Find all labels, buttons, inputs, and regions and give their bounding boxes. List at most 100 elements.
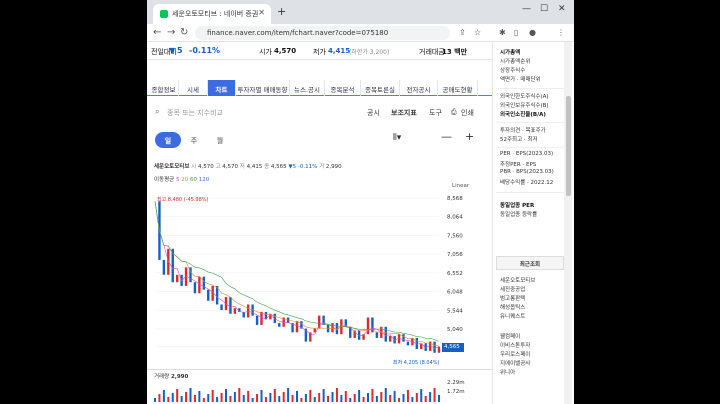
period-weekly[interactable]: 주 (181, 132, 207, 148)
indicator-link[interactable]: 보조지표 (391, 108, 417, 118)
volume-bar (296, 391, 298, 402)
price-candle (313, 328, 316, 333)
volume-bar (176, 389, 179, 402)
reload-icon[interactable]: ↻ (180, 27, 188, 38)
recent-item[interactable]: 웰컴페이 (500, 332, 520, 340)
volume-bar (353, 394, 356, 402)
chart-change: ▼5 -0.11% (288, 164, 318, 170)
price-candle (229, 297, 232, 314)
volume-header: 거래량 2,990 (154, 374, 189, 380)
sidebar-icon[interactable]: ▯ (514, 28, 518, 37)
scale-selector[interactable]: Linear (452, 183, 469, 189)
tab-news[interactable]: 뉴스.공시 (290, 80, 325, 96)
volume-bar (420, 389, 423, 402)
volume-bar (340, 395, 343, 402)
url-field[interactable]: finance.naver.com/item/fchart.naver?code… (195, 26, 450, 40)
y-tick-label: 6,048 (447, 290, 463, 296)
recent-item[interactable]: 세진중공업 (500, 285, 525, 293)
recent-item[interactable]: 우리로스페이 (500, 350, 530, 358)
recent-item[interactable]: 위니아 (500, 368, 515, 376)
volume-bar (247, 391, 250, 402)
sidebar-line: 외국인소진율(B/A) (500, 112, 546, 118)
volume-bar (229, 396, 232, 402)
volume-bar (291, 395, 294, 402)
forward-icon[interactable]: → (167, 27, 175, 38)
bookmark-star-icon[interactable]: ☆ (474, 28, 481, 37)
tab-price[interactable]: 시세 (179, 80, 208, 96)
period-daily[interactable]: 일 (155, 132, 181, 148)
tab-title: 세운오토모티브 : 네이버 증권 (172, 10, 259, 18)
min-price-label: 최저 4,205 (8.04%) (393, 360, 440, 366)
search-icon[interactable]: ⌕ (155, 107, 159, 117)
menu-kebab-icon[interactable]: ⋮ (557, 28, 565, 37)
tab-overview[interactable]: 종합정보 (149, 80, 179, 96)
period-monthly[interactable]: 월 (207, 132, 233, 148)
y-tick-label: 5,040 (447, 327, 463, 333)
browser-tab[interactable]: 세운오토모티브 : 네이버 증권 ✕ (153, 4, 271, 24)
volume-bar (433, 388, 436, 402)
tab-discussion[interactable]: 종목토론실 (361, 80, 400, 96)
sidebar-line: 외국인보유주식수(B) (500, 103, 549, 109)
volume-bar (216, 397, 219, 402)
disclosure-link[interactable]: 공시 (367, 108, 380, 118)
volume-bar (207, 394, 210, 402)
y-tick-label: 6,552 (447, 271, 463, 277)
tab-analysis[interactable]: 종목분석 (325, 80, 361, 96)
ma-60[interactable]: 60 (190, 177, 197, 183)
print-link[interactable]: 인쇄 (461, 108, 474, 118)
volume-bar (287, 388, 290, 402)
volume-bar (171, 393, 174, 402)
recent-item[interactable]: 세운오토모티브 (500, 276, 535, 284)
max-price-label: 최고 8,480 (-45.98%) (157, 197, 209, 203)
price-chart[interactable]: 8,568 8,064 7,560 7,056 6,552 6,048 5,544 5,040 (147, 190, 492, 404)
scrollbar-thumb[interactable] (566, 96, 571, 196)
compare-search-input[interactable]: 종목 또는 지수비교 (167, 108, 223, 118)
compare-search-row: ⌕ 종목 또는 지수비교 공시 보조지표 도구 ⎙ 인쇄 (147, 104, 492, 120)
ma-120[interactable]: 120 (199, 177, 210, 183)
volume-bar (233, 392, 236, 402)
tab-disclosure[interactable]: 전자공시 (400, 80, 438, 96)
moving-average-legend: 이동평균 5 20 60 120 (154, 177, 210, 183)
volume-bar (154, 398, 156, 402)
trade-amount-label: 거래대금 (419, 48, 445, 56)
y-tick-label: 7,560 (447, 233, 463, 239)
open-value: 4,570 (274, 47, 297, 55)
new-tab-icon[interactable]: + (277, 5, 286, 18)
close-tab-icon[interactable]: ✕ (258, 8, 265, 17)
zoom-in-icon[interactable]: + (465, 130, 474, 143)
volume-bar (424, 396, 427, 402)
ma-20[interactable]: 20 (181, 177, 188, 183)
volume-bar (393, 391, 396, 402)
tab-chart[interactable]: 차트 (208, 80, 236, 96)
print-icon[interactable]: ⎙ (451, 108, 457, 117)
price-candle (162, 259, 166, 275)
close-window-icon[interactable]: ✕ (558, 4, 566, 14)
quote-strip: 전일대비 ▼ 5 -0.11% 시가 4,570 저가 4,415 (하한가 3… (147, 42, 492, 60)
ma-5[interactable]: 5 (176, 177, 180, 183)
tools-link[interactable]: 도구 (429, 108, 442, 118)
volume-bar (273, 389, 276, 402)
share-icon[interactable]: ⇪ (459, 28, 466, 37)
back-icon[interactable]: ← (153, 27, 161, 38)
volume-bar (389, 395, 392, 402)
maximize-icon[interactable]: ☐ (540, 4, 548, 14)
candle-type-icon[interactable]: ⫴▾ (393, 133, 401, 143)
minimize-icon[interactable]: — (522, 4, 531, 14)
recent-item[interactable]: 유니퀘스트 (500, 312, 525, 320)
open-label: 시가 (259, 48, 272, 56)
recent-item[interactable]: 이비스톤투자 (500, 341, 530, 349)
sidebar-line: 시가총액순위 (500, 59, 531, 65)
recent-item[interactable]: 해성옵틱스 (500, 303, 525, 311)
recent-item[interactable]: 범고롱판텍 (500, 294, 525, 302)
profile-avatar-icon[interactable]: ● (529, 28, 536, 37)
extensions-icon[interactable]: ✱ (499, 28, 506, 37)
volume-bar (202, 398, 205, 402)
recent-item[interactable]: 지에이밸공사 (500, 359, 530, 367)
tab-investor-trading[interactable]: 투자자별 매매동향 (236, 80, 290, 96)
zoom-out-icon[interactable]: — (441, 130, 452, 143)
volume-bar (211, 390, 214, 402)
volume-bar (185, 392, 188, 402)
tab-short-selling[interactable]: 공매도현황 (438, 80, 478, 96)
chart-open: 4,570 (197, 164, 214, 170)
volume-bar (438, 395, 440, 402)
